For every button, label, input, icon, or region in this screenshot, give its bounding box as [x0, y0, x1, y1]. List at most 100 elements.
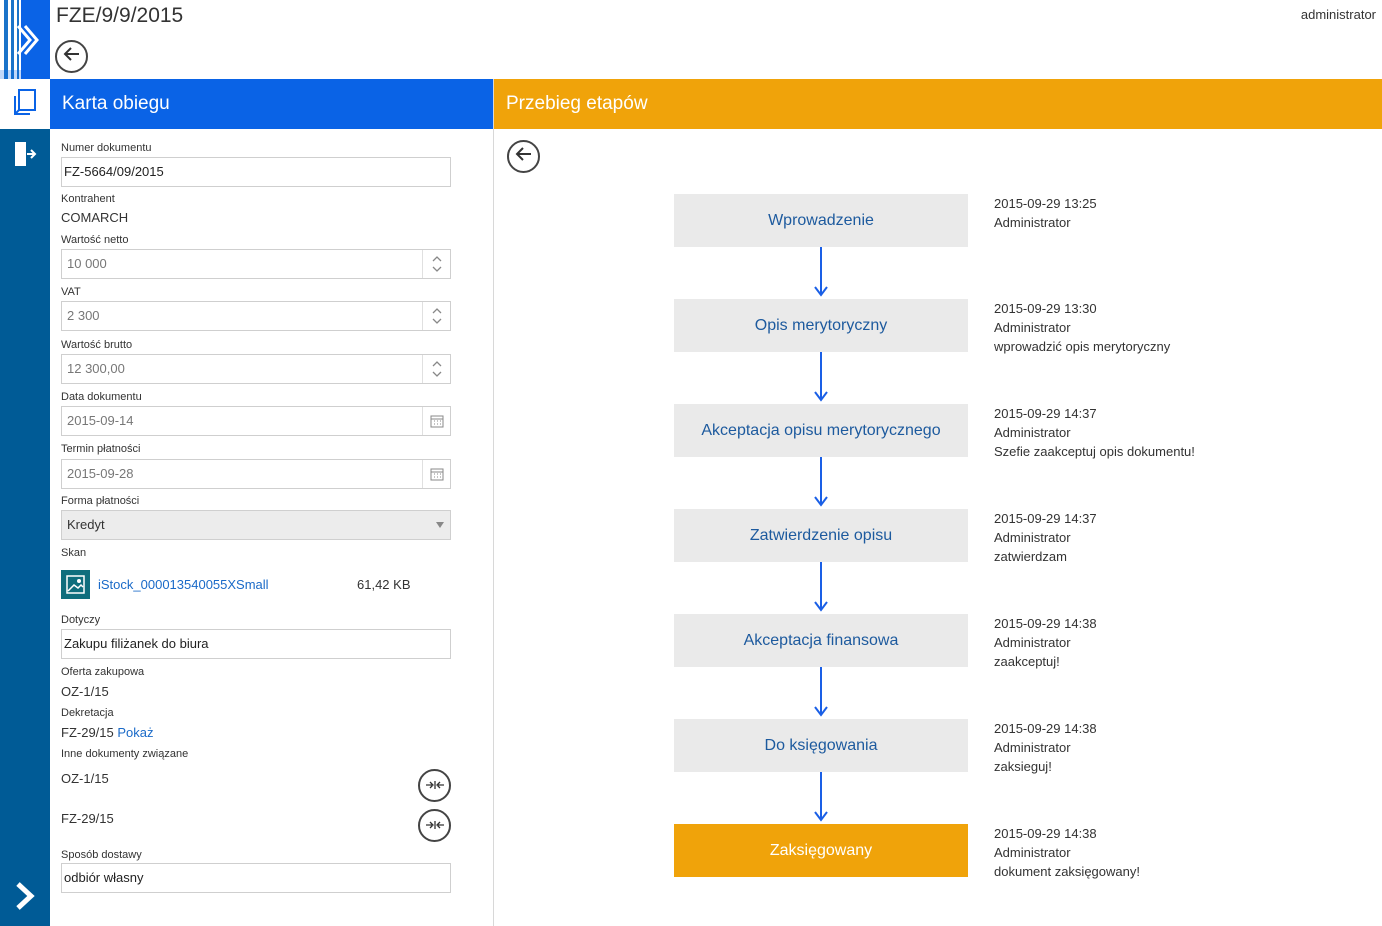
brutto-stepper[interactable]	[422, 355, 450, 383]
dekretacja-number: FZ-29/15	[61, 725, 114, 740]
stage-zatwierdzenie-opisu[interactable]: Zatwierdzenie opisu	[674, 509, 968, 562]
wartosc-netto-label: Wartość netto	[61, 234, 129, 246]
netto-stepper[interactable]	[422, 250, 450, 278]
chevron-down-icon	[436, 511, 444, 539]
termin-platnosci-value: 2015-09-28	[67, 466, 134, 481]
nav-rail	[0, 0, 50, 926]
related-document: FZ-29/15	[61, 811, 114, 826]
unlink-icon	[425, 817, 445, 835]
vat-value: 2 300	[67, 308, 100, 323]
user-name[interactable]: administrator	[1301, 7, 1376, 22]
kontrahent-label: Kontrahent	[61, 193, 115, 205]
unlink-button[interactable]	[418, 809, 451, 842]
stage-comment: zaksieguj!	[994, 759, 1052, 774]
wartosc-brutto-label: Wartość brutto	[61, 339, 133, 351]
stage-info: 2015-09-29 13:25 Administrator	[994, 194, 1097, 232]
flow-arrow	[814, 457, 828, 507]
flow-arrow	[814, 667, 828, 717]
dekretacja-label: Dekretacja	[61, 707, 114, 719]
stage-info: 2015-09-29 14:38 Administrator dokument …	[994, 824, 1140, 881]
stage-date: 2015-09-29 14:38	[994, 721, 1097, 736]
stage-user: Administrator	[994, 215, 1071, 230]
stage-info: 2015-09-29 14:37 Administrator zatwierdz…	[994, 509, 1097, 566]
stage-opis-merytoryczny[interactable]: Opis merytoryczny	[674, 299, 968, 352]
stage-zaksiegowany[interactable]: Zaksięgowany	[674, 824, 968, 877]
arrow-left-icon	[62, 44, 82, 69]
termin-platnosci-label: Termin płatności	[61, 443, 141, 455]
stage-wprowadzenie[interactable]: Wprowadzenie	[674, 194, 968, 247]
stage-date: 2015-09-29 14:37	[994, 406, 1097, 421]
wartosc-brutto-field[interactable]: 12 300,00	[61, 354, 451, 384]
stage-akceptacja-opisu[interactable]: Akceptacja opisu merytorycznego	[674, 404, 968, 457]
related-document: OZ-1/15	[61, 771, 109, 786]
vat-field[interactable]: 2 300	[61, 301, 451, 331]
stage-comment: wprowadzić opis merytoryczny	[994, 339, 1171, 354]
stage-do-ksiegowania[interactable]: Do księgowania	[674, 719, 968, 772]
stage-date: 2015-09-29 14:37	[994, 511, 1097, 526]
flow-arrow	[814, 247, 828, 297]
stage-comment: Szefie zaakceptuj opis dokumentu!	[994, 444, 1195, 459]
przebieg-etapow-header: Przebieg etapów	[494, 79, 1382, 129]
stage-user: Administrator	[994, 530, 1071, 545]
scan-file-link[interactable]: iStock_000013540055XSmall	[98, 577, 269, 592]
data-dokumentu-label: Data dokumentu	[61, 391, 142, 403]
vat-stepper[interactable]	[422, 302, 450, 330]
expand-rail-button[interactable]	[0, 878, 50, 918]
wartosc-brutto-value: 12 300,00	[67, 361, 125, 376]
data-dokumentu-field[interactable]: 2015-09-14	[61, 406, 451, 436]
documents-icon	[12, 88, 38, 121]
chevron-logo-icon[interactable]	[0, 0, 50, 79]
documents-nav-button[interactable]	[0, 79, 50, 129]
termin-platnosci-field[interactable]: 2015-09-28	[61, 459, 451, 489]
stage-akceptacja-finansowa[interactable]: Akceptacja finansowa	[674, 614, 968, 667]
page-title: FZE/9/9/2015	[56, 4, 184, 27]
unlink-button[interactable]	[418, 769, 451, 802]
arrow-left-icon	[514, 144, 534, 169]
pokaz-link[interactable]: Pokaż	[117, 725, 153, 740]
stage-user: Administrator	[994, 635, 1071, 650]
calendar-icon[interactable]	[422, 407, 450, 435]
scan-file-size: 61,42 KB	[357, 577, 411, 592]
dotyczy-label: Dotyczy	[61, 614, 101, 626]
forma-platnosci-select[interactable]: Kredyt	[61, 510, 451, 540]
sposob-dostawy-field[interactable]: odbiór własny	[61, 863, 451, 893]
flow-arrow	[814, 352, 828, 402]
karta-obiegu-header: Karta obiegu	[50, 79, 493, 129]
stage-date: 2015-09-29 14:38	[994, 826, 1097, 841]
data-dokumentu-value: 2015-09-14	[67, 413, 134, 428]
stage-info: 2015-09-29 14:38 Administrator zaakceptu…	[994, 614, 1097, 671]
image-file-icon	[61, 570, 90, 599]
flow-arrow	[814, 562, 828, 612]
wartosc-netto-field[interactable]: 10 000	[61, 249, 451, 279]
stage-date: 2015-09-29 14:38	[994, 616, 1097, 631]
back-button[interactable]	[55, 40, 88, 73]
wartosc-netto-value: 10 000	[67, 256, 107, 271]
flow-arrow	[814, 772, 828, 822]
stage-user: Administrator	[994, 320, 1071, 335]
stage-date: 2015-09-29 13:25	[994, 196, 1097, 211]
vat-label: VAT	[61, 286, 81, 298]
stage-comment: dokument zaksięgowany!	[994, 864, 1140, 879]
forma-platnosci-value: Kredyt	[67, 517, 105, 532]
dotyczy-field[interactable]: Zakupu filiżanek do biura	[61, 629, 451, 659]
numer-dokumentu-field[interactable]: FZ-5664/09/2015	[61, 157, 451, 187]
stage-comment: zaakceptuj!	[994, 654, 1060, 669]
back-button[interactable]	[507, 140, 540, 173]
stage-date: 2015-09-29 13:30	[994, 301, 1097, 316]
dekretacja-value: FZ-29/15 Pokaż	[61, 725, 154, 740]
exit-nav-button[interactable]	[0, 134, 50, 178]
stage-info: 2015-09-29 14:38 Administrator zaksieguj…	[994, 719, 1097, 776]
stage-comment: zatwierdzam	[994, 549, 1067, 564]
sposob-dostawy-label: Sposób dostawy	[61, 849, 142, 861]
stage-user: Administrator	[994, 845, 1071, 860]
stage-user: Administrator	[994, 425, 1071, 440]
inne-dokumenty-label: Inne dokumenty związane	[61, 748, 189, 760]
skan-label: Skan	[61, 547, 87, 559]
numer-dokumentu-label: Numer dokumentu	[61, 142, 152, 154]
chevron-right-icon	[13, 881, 37, 916]
calendar-icon[interactable]	[422, 460, 450, 488]
kontrahent-value: COMARCH	[61, 210, 129, 225]
panel-divider	[493, 79, 494, 926]
exit-door-icon	[13, 140, 37, 173]
forma-platnosci-label: Forma płatności	[61, 495, 140, 507]
